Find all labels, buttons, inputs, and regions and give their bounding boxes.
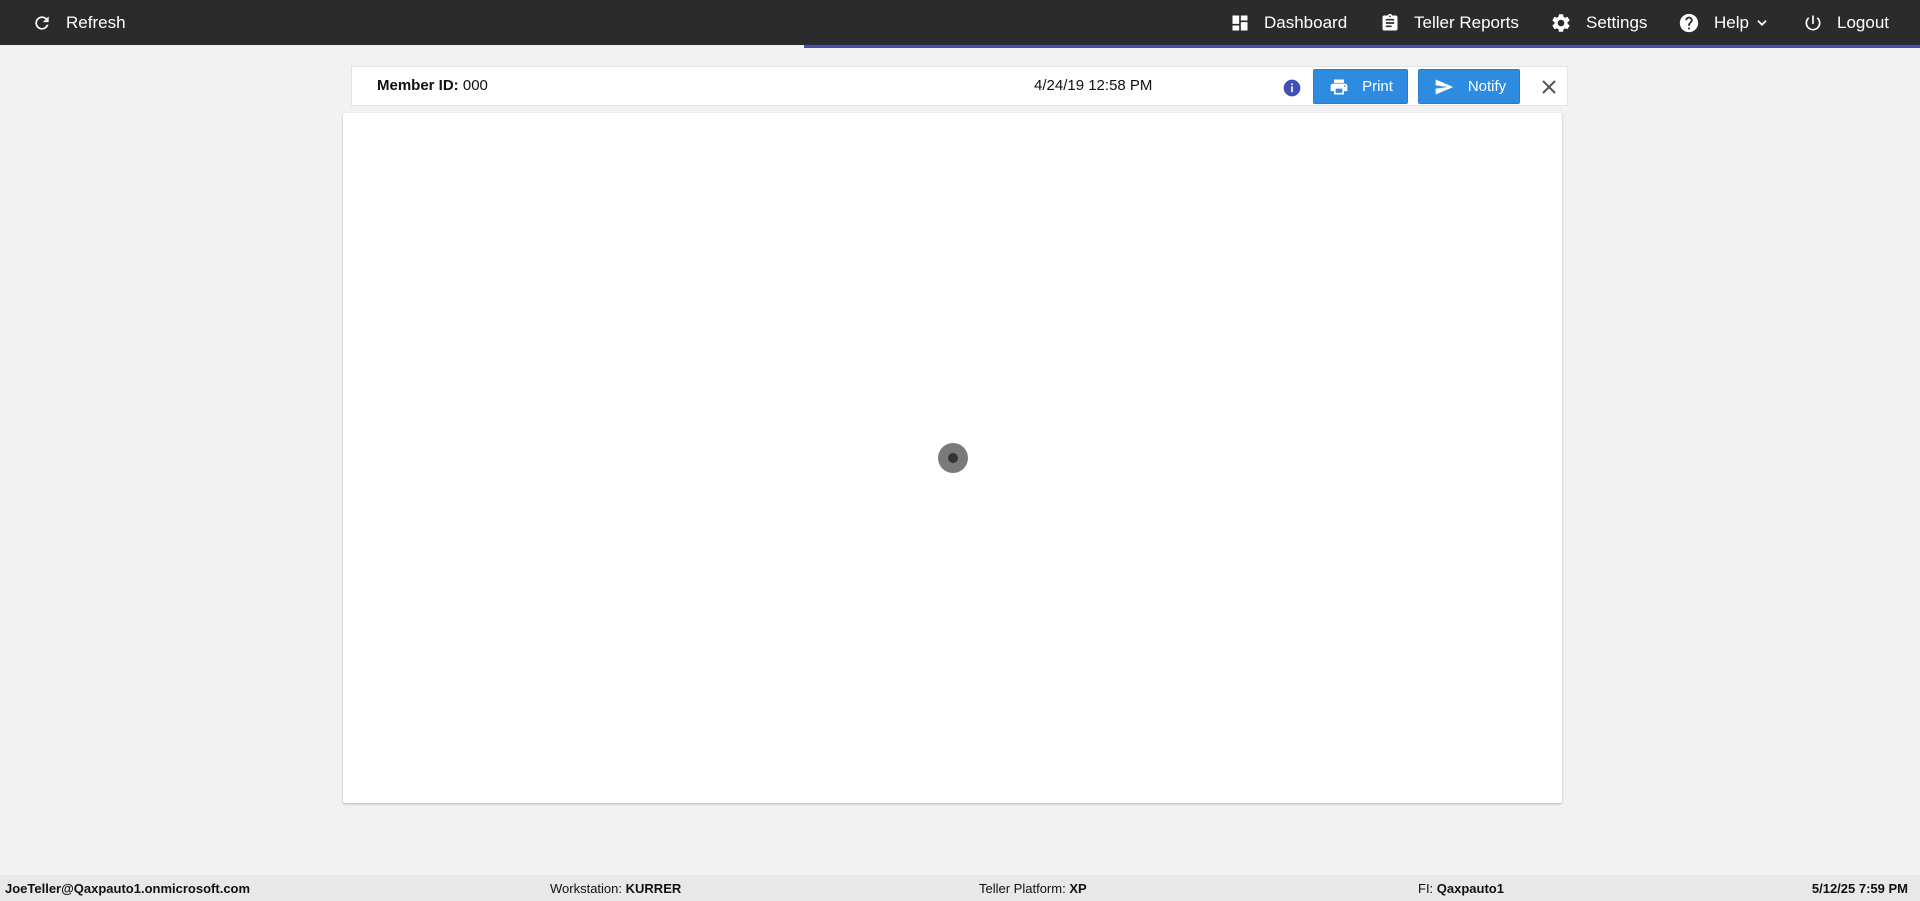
status-fi-value: Qaxpauto1	[1436, 881, 1504, 896]
logout-label: Logout	[1837, 12, 1889, 32]
help-label: Help	[1714, 12, 1749, 32]
power-icon	[1803, 13, 1823, 33]
print-label: Print	[1362, 78, 1393, 95]
dashboard-label: Dashboard	[1264, 12, 1348, 32]
teller-reports-link[interactable]: Teller Reports	[1380, 0, 1519, 45]
dashboard-icon	[1230, 13, 1250, 33]
settings-link[interactable]: Settings	[1550, 0, 1647, 45]
status-workstation: Workstation: KURRER	[550, 881, 681, 896]
member-id-value: 000	[462, 77, 488, 94]
status-workstation-value: KURRER	[625, 881, 682, 896]
status-bar: JoeTeller@Qaxpauto1.onmicrosoft.com Work…	[0, 875, 1920, 901]
printer-icon	[1328, 77, 1350, 97]
refresh-label: Refresh	[66, 12, 126, 32]
top-navigation-bar: Refresh Dashboard Teller Reports Setting…	[0, 0, 1920, 45]
close-icon[interactable]	[1541, 79, 1557, 100]
member-datetime: 4/24/19 12:58 PM	[1034, 77, 1153, 94]
print-button[interactable]: Print	[1313, 69, 1408, 104]
status-user-value: JoeTeller@Qaxpauto1.onmicrosoft.com	[5, 881, 251, 896]
status-workstation-label: Workstation:	[550, 881, 623, 896]
refresh-button[interactable]: Refresh	[32, 0, 126, 45]
logout-button[interactable]: Logout	[1803, 0, 1889, 45]
loading-progress-bar	[804, 45, 1920, 48]
report-content-panel	[343, 113, 1562, 803]
loading-spinner	[938, 443, 968, 473]
help-circle-icon	[1678, 12, 1700, 34]
status-fi-label: FI:	[1418, 881, 1434, 896]
settings-label: Settings	[1586, 12, 1648, 32]
notify-label: Notify	[1467, 78, 1507, 95]
member-id-label: Member ID:	[377, 77, 459, 94]
status-teller-platform: Teller Platform: XP	[979, 881, 1087, 896]
help-menu[interactable]: Help	[1678, 0, 1769, 45]
info-icon[interactable]	[1282, 78, 1302, 103]
clipboard-icon	[1380, 12, 1400, 34]
send-icon	[1432, 77, 1456, 97]
status-fi: FI: Qaxpauto1	[1418, 881, 1504, 896]
chevron-down-icon	[1755, 16, 1769, 30]
teller-reports-label: Teller Reports	[1414, 12, 1519, 32]
status-platform-label: Teller Platform:	[979, 881, 1066, 896]
status-platform-value: XP	[1069, 881, 1087, 896]
notify-button[interactable]: Notify	[1418, 69, 1520, 104]
member-id: Member ID: 000	[377, 77, 488, 94]
gear-icon	[1550, 12, 1572, 34]
status-user: JoeTeller@Qaxpauto1.onmicrosoft.com	[5, 881, 250, 896]
refresh-icon	[32, 13, 52, 33]
status-datetime-value: 5/12/25 7:59 PM	[1811, 881, 1908, 896]
dashboard-link[interactable]: Dashboard	[1230, 0, 1347, 45]
status-datetime: 5/12/25 7:59 PM	[1812, 881, 1908, 896]
member-header: Member ID: 000 4/24/19 12:58 PM Print No…	[351, 66, 1568, 106]
loading-spinner-dot	[948, 453, 958, 463]
